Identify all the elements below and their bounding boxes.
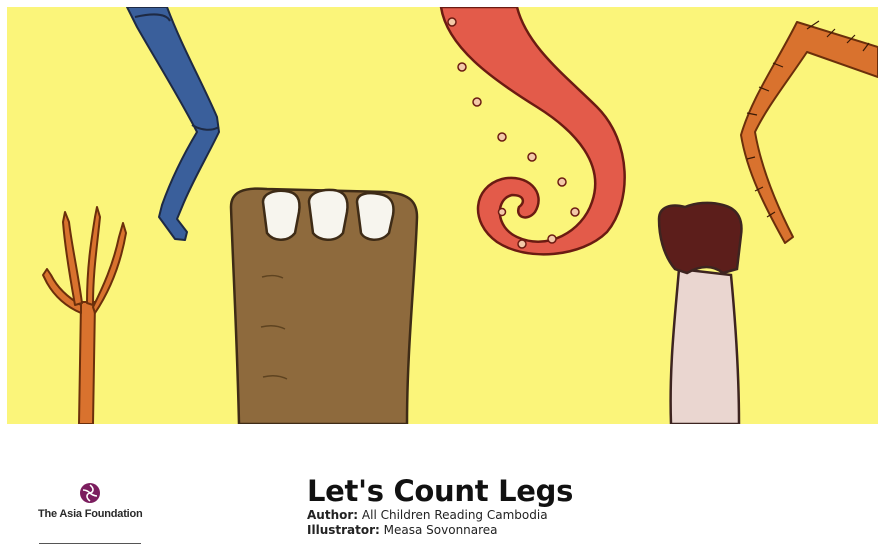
octopus-tentacle-illustration — [439, 7, 626, 256]
illustrator-credit: Illustrator: Measa Sovonnarea — [307, 523, 573, 538]
illustrator-label: Illustrator: — [307, 523, 380, 537]
publisher-logo: The Asia Foundation — [38, 482, 143, 520]
publisher-divider — [39, 543, 141, 544]
human-leg-illustration — [126, 7, 220, 241]
illustrator-name: Measa Sovonnarea — [383, 523, 498, 537]
cover-illustration — [7, 7, 878, 424]
asia-foundation-mark-icon — [80, 483, 100, 503]
title-block: Let's Count Legs Author: All Children Re… — [307, 474, 573, 538]
author-credit: Author: All Children Reading Cambodia — [307, 508, 573, 523]
author-name: All Children Reading Cambodia — [361, 508, 548, 522]
book-title: Let's Count Legs — [307, 474, 574, 508]
elephant-foot-illustration — [229, 187, 419, 424]
publisher-name: The Asia Foundation — [38, 508, 143, 520]
hoofed-leg-illustration — [657, 201, 743, 424]
insect-leg-illustration — [740, 20, 878, 244]
bird-foot-illustration — [42, 206, 127, 424]
author-label: Author: — [307, 508, 359, 522]
